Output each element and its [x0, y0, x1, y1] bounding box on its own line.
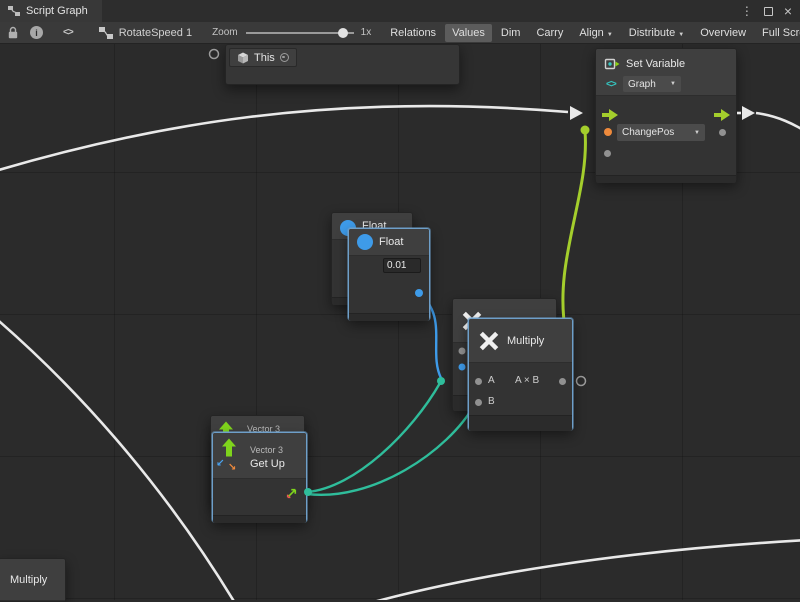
tab-script-graph[interactable]: Script Graph: [0, 0, 102, 22]
multiply-input-b-label: B: [488, 396, 495, 407]
caret-down-icon: ▼: [670, 81, 676, 87]
variable-dropdown[interactable]: ChangePos ▼: [617, 124, 705, 141]
multiply-corner-header: Multiply: [0, 559, 65, 601]
get-up-footer: [213, 515, 306, 523]
graph-name: RotateSpeed 1: [119, 27, 192, 39]
get-up-type-label: Vector 3: [250, 445, 283, 455]
align-dropdown-button[interactable]: Align ▼: [572, 24, 619, 42]
multiply-footer: [469, 415, 572, 431]
align-label: Align: [579, 27, 603, 39]
multiply-title: Multiply: [507, 335, 544, 347]
variable-dropdown-value: ChangePos: [622, 127, 674, 138]
gameobject-cube-icon: [237, 52, 249, 64]
variable-output-port[interactable]: [719, 129, 726, 136]
carry-button[interactable]: Carry: [529, 24, 570, 42]
zoom-slider-handle[interactable]: [338, 28, 348, 38]
tab-label: Script Graph: [26, 5, 88, 17]
fallback-value-port[interactable]: [604, 150, 611, 157]
scope-dropdown[interactable]: Graph ▼: [623, 76, 681, 92]
node-get-up[interactable]: ↙ ↘ Vector 3 Get Up: [212, 432, 307, 522]
node-float[interactable]: Float: [348, 228, 430, 320]
this-output-port[interactable]: [280, 53, 289, 62]
titlebar: Script Graph ⋮ ×: [0, 0, 800, 22]
get-up-title: Get Up: [250, 458, 285, 470]
float-title: Float: [379, 236, 403, 248]
multiply-header: Multiply: [469, 319, 572, 363]
graph-asset-icon: [99, 27, 113, 39]
float-body: [349, 256, 429, 313]
node-multiply[interactable]: Multiply A A × B B: [468, 318, 573, 430]
graph-toolbar: i <> RotateSpeed 1 Zoom 1x Relations Val…: [0, 22, 800, 44]
flow-in-port[interactable]: [602, 109, 618, 121]
toolbar-buttons: Relations Values Dim Carry Align ▼ Distri…: [383, 24, 800, 42]
zoom-label: Zoom: [212, 27, 238, 38]
multiply-corner-title: Multiply: [10, 574, 47, 586]
node-multiply-corner[interactable]: Multiply: [0, 558, 66, 602]
info-icon[interactable]: i: [30, 26, 43, 39]
axis-arrow-orange-icon: ↘: [228, 462, 236, 473]
node-this[interactable]: This: [229, 48, 297, 67]
zoom-slider[interactable]: [246, 28, 354, 38]
set-variable-icon: [604, 56, 620, 72]
node-set-variable[interactable]: Set Variable <> Graph ▼ ChangePos ▼: [595, 48, 737, 182]
script-graph-tab-icon: [8, 5, 20, 17]
set-variable-header: Set Variable <> Graph ▼: [596, 49, 736, 96]
flow-out-port[interactable]: [714, 109, 730, 121]
this-label: This: [254, 52, 275, 64]
lock-icon[interactable]: [8, 26, 18, 39]
panel-behind-this[interactable]: This: [225, 44, 460, 85]
dim-button[interactable]: Dim: [494, 24, 528, 42]
distribute-dropdown-button[interactable]: Distribute▼: [622, 24, 691, 42]
maximize-icon[interactable]: [764, 7, 773, 16]
kebab-menu-icon[interactable]: ⋮: [741, 5, 753, 17]
float-header: Float: [349, 229, 429, 256]
code-toggle-icon[interactable]: <>: [63, 27, 73, 38]
vector-output-icon: [285, 487, 298, 500]
relations-button[interactable]: Relations: [383, 24, 443, 42]
caret-down-icon: ▼: [678, 32, 684, 38]
multiply-output-port[interactable]: [559, 378, 566, 385]
multiply-body: A A × B B: [469, 363, 572, 415]
scope-dropdown-value: Graph: [628, 79, 656, 90]
multiply-input-b-port[interactable]: [475, 399, 482, 406]
set-variable-title: Set Variable: [626, 58, 685, 70]
get-up-body: [213, 479, 306, 515]
graph-scope-icon: <>: [606, 79, 616, 90]
multiply-output-label: A × B: [515, 375, 539, 386]
float-output-port[interactable]: [415, 289, 423, 297]
get-up-output-port[interactable]: [304, 488, 312, 496]
axis-arrow-blue-icon: ↙: [216, 458, 224, 469]
values-button[interactable]: Values: [445, 24, 492, 42]
get-up-header: ↙ ↘ Vector 3 Get Up: [213, 433, 306, 479]
variable-value-port[interactable]: [604, 128, 612, 136]
fullscreen-button[interactable]: Full Screen: [755, 24, 800, 42]
vector3-up-arrow-icon: [222, 438, 236, 457]
multiply-input-a-port[interactable]: [475, 378, 482, 385]
float-icon: [357, 234, 373, 250]
overview-button[interactable]: Overview: [693, 24, 753, 42]
close-icon[interactable]: ×: [784, 4, 792, 18]
float-footer: [349, 313, 429, 321]
zoom-value: 1x: [361, 27, 372, 38]
window-controls: ⋮ ×: [741, 0, 800, 22]
distribute-label: Distribute: [629, 27, 675, 39]
float-value-input[interactable]: [383, 258, 421, 273]
set-variable-body: ChangePos ▼: [596, 96, 736, 175]
multiply-input-a-label: A: [488, 375, 495, 386]
caret-down-icon: ▼: [607, 32, 613, 38]
set-variable-footer: [596, 175, 736, 183]
caret-down-icon: ▼: [694, 130, 700, 136]
multiply-icon: [478, 330, 500, 352]
